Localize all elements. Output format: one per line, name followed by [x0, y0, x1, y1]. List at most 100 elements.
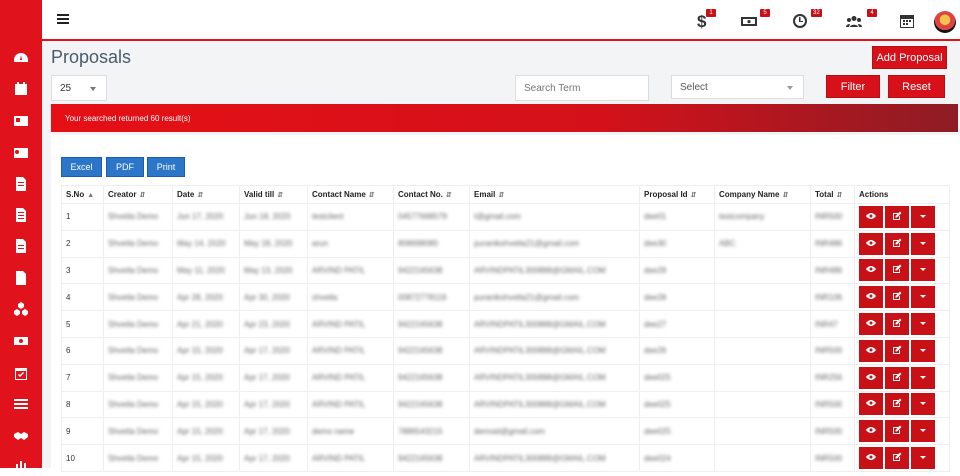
cell-pid: dee024 [639, 444, 715, 472]
cell-date: May 14, 2020 [172, 229, 240, 258]
sort-icon[interactable]: ⇵ [446, 192, 452, 199]
sidebar-file-icon[interactable] [0, 172, 42, 196]
edit-button[interactable] [885, 366, 909, 389]
column-header[interactable]: Contact No. ⇵ [393, 185, 470, 204]
sort-asc-icon[interactable]: ▲ [87, 192, 94, 199]
edit-button[interactable] [885, 313, 909, 336]
reset-button[interactable]: Reset [888, 75, 945, 98]
sidebar-cubes-icon[interactable] [0, 297, 42, 321]
sidebar-page-icon[interactable] [0, 266, 42, 290]
column-header[interactable]: Creator ⇵ [103, 185, 173, 204]
edit-button[interactable] [885, 393, 909, 416]
print-button[interactable]: Print [147, 157, 185, 177]
sidebar-calendar-check-icon[interactable] [0, 361, 42, 385]
sidebar-report-icon[interactable] [0, 234, 42, 258]
edit-button[interactable] [885, 447, 909, 470]
column-header[interactable]: Contact Name ⇵ [307, 185, 394, 204]
more-actions-button[interactable] [911, 447, 935, 470]
edit-icon [892, 211, 902, 223]
sort-icon[interactable]: ⇵ [691, 192, 697, 199]
cell-company: ABC [714, 229, 811, 258]
more-actions-button[interactable] [911, 205, 935, 228]
edit-button[interactable] [885, 339, 909, 362]
edit-button[interactable] [885, 232, 909, 255]
result-banner: Your searched returned 60 result(s) [51, 104, 958, 132]
column-header[interactable]: Valid till ⇵ [239, 185, 308, 204]
calendar-button[interactable] [898, 12, 920, 34]
sidebar-dashboard-icon[interactable] [0, 46, 42, 70]
sidebar-document-icon[interactable] [0, 203, 42, 227]
clock-notification[interactable]: 32 [791, 9, 822, 34]
sort-icon[interactable]: ⇵ [139, 192, 145, 199]
view-button[interactable] [859, 420, 883, 443]
cell-valid: May 13, 2020 [239, 256, 308, 285]
more-actions-button[interactable] [911, 339, 935, 362]
dollar-notification[interactable]: $ 1 [694, 9, 716, 34]
more-actions-button[interactable] [911, 259, 935, 282]
view-button[interactable] [859, 366, 883, 389]
column-header[interactable]: S.No ▲ [61, 185, 104, 204]
column-header-label: Date [177, 190, 195, 199]
filter-select[interactable]: Select [671, 75, 804, 99]
column-header[interactable]: Proposal Id ⇵ [639, 185, 715, 204]
table-row: 4 Shvetla Demo Apr 28, 2020 Apr 30, 2020 shv… [61, 283, 950, 312]
sidebar-list-icon[interactable] [0, 392, 42, 416]
view-button[interactable] [859, 232, 883, 255]
per-page-select[interactable]: 25 [51, 75, 107, 101]
edit-button[interactable] [885, 205, 909, 228]
excel-export-button[interactable]: Excel [61, 157, 102, 177]
more-actions-button[interactable] [911, 286, 935, 309]
column-header[interactable]: Date ⇵ [172, 185, 240, 204]
view-button[interactable] [859, 339, 883, 362]
column-header[interactable]: Company Name ⇵ [714, 185, 811, 204]
sidebar-id-card-icon[interactable] [0, 109, 42, 133]
column-header[interactable]: Total ⇵ [810, 185, 855, 204]
sidebar-contact-card-icon[interactable] [0, 141, 42, 165]
sort-icon[interactable]: ⇵ [498, 192, 504, 199]
sort-icon[interactable]: ⇵ [837, 192, 843, 199]
sidebar-calendar-icon[interactable] [0, 77, 42, 101]
edit-button[interactable] [885, 286, 909, 309]
add-proposal-button[interactable]: Add Proposal [872, 46, 947, 69]
more-actions-button[interactable] [911, 232, 935, 255]
cell-creator: Shvetla Demo [103, 229, 173, 258]
edit-icon [892, 238, 902, 250]
eye-icon [866, 291, 876, 303]
column-header[interactable]: Email ⇵ [469, 185, 640, 204]
edit-button[interactable] [885, 420, 909, 443]
caret-down-icon [918, 345, 928, 357]
sort-icon[interactable]: ⇵ [277, 192, 283, 199]
view-button[interactable] [859, 447, 883, 470]
view-button[interactable] [859, 393, 883, 416]
sort-icon[interactable]: ⇵ [197, 192, 203, 199]
cash-notification[interactable]: 5 [740, 9, 770, 34]
sidebar-money-icon[interactable] [0, 329, 42, 353]
cell-valid: Apr 17, 2020 [239, 336, 308, 365]
user-avatar[interactable] [934, 11, 956, 33]
cash-icon [741, 17, 757, 26]
edit-button[interactable] [885, 259, 909, 282]
sort-icon[interactable]: ⇵ [782, 192, 788, 199]
people-notification[interactable]: 4 [845, 9, 877, 34]
more-actions-button[interactable] [911, 393, 935, 416]
cell-company [714, 417, 811, 446]
view-button[interactable] [859, 313, 883, 336]
cell-total: INR486 [810, 256, 855, 285]
more-actions-button[interactable] [911, 366, 935, 389]
view-button[interactable] [859, 286, 883, 309]
search-input[interactable] [515, 75, 649, 101]
more-actions-button[interactable] [911, 313, 935, 336]
table-row: 6 Shvetla Demo Apr 15, 2020 Apr 17, 2020 ARV… [61, 336, 950, 365]
sort-icon[interactable]: ⇵ [369, 192, 375, 199]
view-button[interactable] [859, 259, 883, 282]
page-title: Proposals [51, 47, 132, 67]
menu-toggle-icon[interactable] [57, 14, 69, 24]
view-button[interactable] [859, 205, 883, 228]
pdf-export-button[interactable]: PDF [106, 157, 144, 177]
sidebar-handshake-icon[interactable] [0, 424, 42, 448]
filter-button[interactable]: Filter [826, 75, 880, 98]
eye-icon [866, 452, 876, 464]
more-actions-button[interactable] [911, 420, 935, 443]
table-row: 2 Shvetla Demo May 14, 2020 May 18, 2020 aru… [61, 229, 950, 258]
sidebar-chart-icon[interactable] [0, 452, 42, 476]
